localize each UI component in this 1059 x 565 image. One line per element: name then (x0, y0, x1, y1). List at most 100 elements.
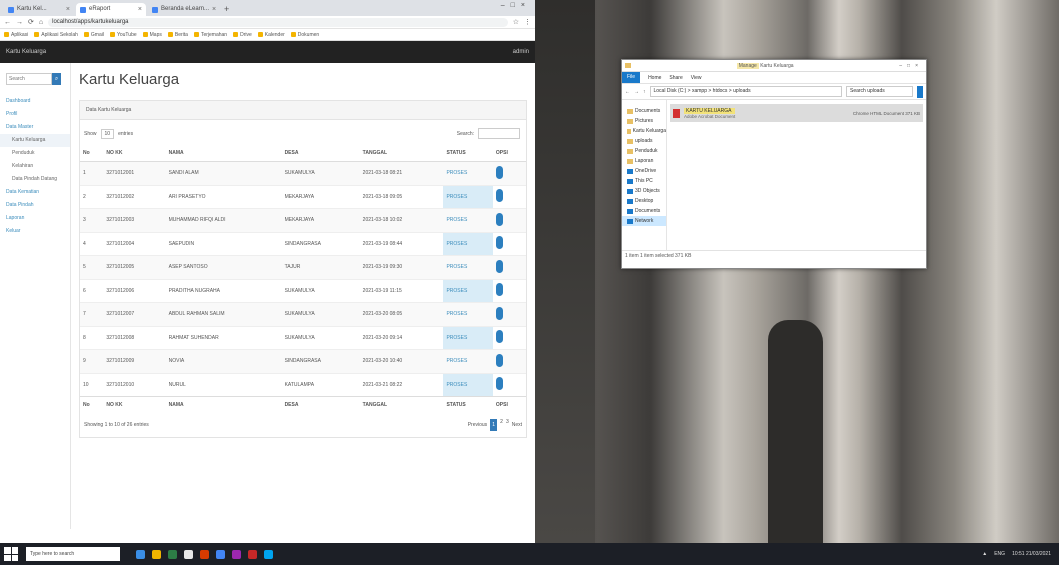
taskbar-app-icon[interactable] (200, 549, 209, 559)
forward-icon[interactable]: → (634, 89, 639, 95)
help-icon[interactable] (917, 85, 923, 98)
pagination-next[interactable]: Next (512, 422, 522, 428)
sidebar-item[interactable]: Dashboard (0, 95, 70, 108)
home-icon[interactable]: ⌂ (39, 19, 43, 26)
bookmark-item[interactable]: Drive (233, 32, 252, 38)
new-tab-button[interactable]: + (220, 3, 233, 16)
sidebar-item[interactable]: Profil (0, 108, 70, 121)
close-tab-icon[interactable]: × (66, 3, 70, 16)
close-tab-icon[interactable]: × (212, 3, 216, 16)
bookmark-item[interactable]: Kalender (257, 32, 285, 38)
sidebar-item[interactable]: Laporan (0, 212, 70, 225)
nav-item[interactable]: Documents (622, 106, 666, 116)
edit-option-button[interactable] (495, 330, 503, 344)
edit-option-button[interactable] (495, 353, 503, 367)
bookmark-item[interactable]: Terjemahan (193, 32, 227, 38)
browser-tab-eraport[interactable]: eRaport × (76, 3, 146, 16)
network-icon[interactable]: ▲ (982, 551, 987, 557)
pagination-previous[interactable]: Previous (468, 422, 487, 428)
star-icon[interactable]: ☆ (513, 18, 519, 26)
sidebar-item[interactable]: Penduduk (0, 147, 70, 160)
ribbon-tab[interactable]: Share (669, 75, 682, 81)
edit-option-button[interactable] (495, 306, 503, 320)
window-controls[interactable]: –□× (501, 2, 531, 9)
menu-icon[interactable]: ⋮ (524, 18, 531, 26)
sidebar-item[interactable]: Data Pindah (0, 199, 70, 212)
edit-option-button[interactable] (495, 377, 503, 391)
ribbon-tab[interactable]: View (691, 75, 702, 81)
user-menu[interactable]: admin (513, 49, 529, 55)
edit-option-button[interactable] (495, 165, 503, 179)
entries-select[interactable]: 10 (100, 128, 115, 139)
browser-tab-elearning[interactable]: Beranda eLearn... × (148, 3, 218, 16)
forward-icon[interactable]: → (16, 19, 23, 26)
taskbar-app-icon[interactable] (136, 549, 145, 559)
sidebar-search-input[interactable] (6, 73, 52, 85)
edit-option-button[interactable] (495, 189, 503, 203)
ribbon-tab[interactable]: Home (648, 75, 661, 81)
pagination-page[interactable]: 3 (506, 419, 509, 431)
edit-option-button[interactable] (495, 212, 503, 226)
column-header[interactable]: NO KK (103, 145, 166, 162)
sidebar-item[interactable]: Data Pindah Datang (0, 173, 70, 186)
url-input[interactable]: localhost/apps/kartukeluarga (48, 17, 508, 27)
bookmark-item[interactable]: Aplikasi Sekolah (34, 32, 78, 38)
windows-start-icon[interactable] (4, 547, 18, 561)
sidebar-item[interactable]: Kelahiran (0, 160, 70, 173)
bookmark-item[interactable]: Aplikasi (4, 32, 28, 38)
pagination-page[interactable]: 1 (490, 419, 498, 431)
bookmark-item[interactable]: Dokumen (290, 32, 319, 38)
column-header[interactable]: OPSI (492, 145, 526, 162)
taskbar-app-icon[interactable] (264, 549, 273, 559)
bookmark-item[interactable]: YouTube (109, 32, 137, 38)
close-tab-icon[interactable]: × (138, 3, 142, 16)
column-header[interactable]: NAMA (165, 145, 282, 162)
pagination-page[interactable]: 2 (500, 419, 503, 431)
column-header[interactable]: No (80, 145, 104, 162)
column-header[interactable]: STATUS (443, 145, 493, 162)
nav-item[interactable]: Documents (622, 206, 666, 216)
nav-item[interactable]: 3D Objects (622, 186, 666, 196)
taskbar-app-icon[interactable] (152, 549, 161, 559)
sidebar-item[interactable]: Data Kematian (0, 186, 70, 199)
sidebar-item[interactable]: Kartu Keluarga (0, 134, 70, 147)
nav-item[interactable]: Penduduk (622, 146, 666, 156)
app-brand[interactable]: Kartu Keluarga (6, 49, 46, 55)
address-breadcrumb[interactable]: Local Disk (C:) > xampp > htdocs > uploa… (649, 86, 842, 97)
nav-item[interactable]: uploads (622, 136, 666, 146)
taskbar-app-icon[interactable] (184, 549, 193, 559)
back-icon[interactable]: ← (625, 89, 630, 95)
table-search-input[interactable] (478, 128, 520, 139)
up-icon[interactable]: ↑ (643, 89, 646, 95)
nav-item[interactable]: Network (622, 216, 666, 226)
ribbon-tab[interactable]: File (622, 72, 641, 83)
bookmark-item[interactable]: Maps (142, 32, 162, 38)
sidebar-item[interactable]: Keluar (0, 225, 70, 238)
nav-item[interactable]: Desktop (622, 196, 666, 206)
taskbar-app-icon[interactable] (232, 549, 241, 559)
bookmark-item[interactable]: Berita (167, 32, 188, 38)
reload-icon[interactable]: ⟳ (28, 18, 34, 26)
column-header[interactable]: TANGGAL (359, 145, 444, 162)
clock[interactable]: 10:51 21/03/2021 (1012, 551, 1051, 557)
taskbar-app-icon[interactable] (168, 549, 177, 559)
nav-item[interactable]: Pictures (622, 116, 666, 126)
edit-option-button[interactable] (495, 283, 503, 297)
nav-item[interactable]: This PC (622, 176, 666, 186)
taskbar-search-input[interactable]: Type here to search (26, 547, 120, 561)
browser-tab-kartu-keluarga[interactable]: Kartu Kel... × (4, 3, 74, 16)
nav-item[interactable]: Kartu Keluarga (622, 126, 666, 136)
file-item-kartu-keluarga[interactable]: KARTU KELUARGA Adobe Acrobat Document Ch… (670, 104, 923, 122)
search-icon[interactable]: ⌕ (52, 73, 61, 85)
explorer-search-input[interactable]: Search uploads (846, 86, 913, 97)
lang-indicator[interactable]: ENG (994, 551, 1005, 557)
nav-item[interactable]: OneDrive (622, 166, 666, 176)
column-header[interactable]: DESA (281, 145, 360, 162)
taskbar-app-icon[interactable] (216, 549, 225, 559)
nav-item[interactable]: Laporan (622, 156, 666, 166)
bookmark-item[interactable]: Gmail (83, 32, 104, 38)
back-icon[interactable]: ← (4, 19, 11, 26)
manage-tab[interactable]: Manage (736, 62, 759, 69)
window-controls[interactable]: –□× (899, 63, 923, 69)
edit-option-button[interactable] (495, 236, 503, 250)
